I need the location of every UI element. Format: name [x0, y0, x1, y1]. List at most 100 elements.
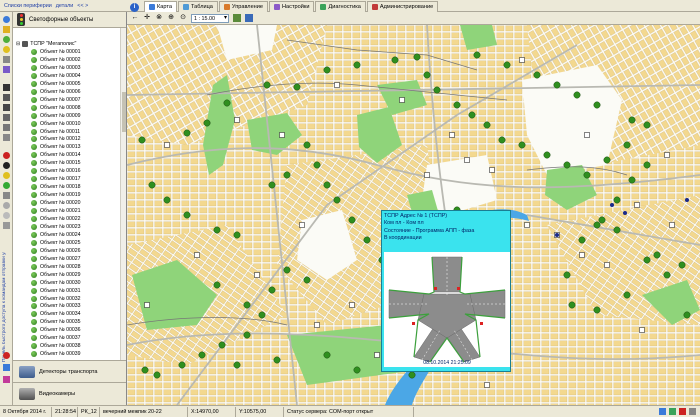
detector-marker[interactable] [579, 252, 585, 258]
gear-icon[interactable] [3, 212, 10, 219]
tree-object-item[interactable]: Объект № 00039 [13, 350, 121, 358]
traffic-light-marker[interactable] [593, 221, 601, 229]
signal-arrow-icon[interactable] [3, 114, 10, 121]
camera-marker[interactable] [685, 198, 689, 202]
red-dot-icon[interactable] [3, 152, 10, 159]
traffic-light-marker[interactable] [323, 181, 331, 189]
tab-map[interactable]: Карта [144, 0, 177, 12]
tree-object-item[interactable]: Объект № 00008 [13, 104, 121, 112]
list-icon[interactable] [3, 56, 10, 63]
traffic-light-marker[interactable] [268, 181, 276, 189]
tree-object-item[interactable]: Объект № 00020 [13, 199, 121, 207]
traffic-light-marker[interactable] [613, 196, 621, 204]
detector-marker[interactable] [489, 167, 495, 173]
tree-object-item[interactable]: Объект № 00027 [13, 255, 121, 263]
tree-object-item[interactable]: Объект № 00004 [13, 72, 121, 80]
traffic-light-marker[interactable] [273, 356, 281, 364]
video-cameras-button[interactable]: Видеокамеры [13, 382, 126, 405]
alert-icon[interactable] [679, 408, 686, 415]
traffic-light-marker[interactable] [518, 141, 526, 149]
traffic-light-marker[interactable] [293, 83, 301, 91]
tree-object-item[interactable]: Объект № 00035 [13, 318, 121, 326]
detector-marker[interactable] [669, 222, 675, 228]
printer-icon[interactable] [3, 192, 10, 199]
crosshair-icon[interactable]: ✛ [143, 14, 151, 22]
blue-square-icon[interactable] [3, 364, 10, 371]
traffic-light-marker[interactable] [258, 311, 266, 319]
detector-marker[interactable] [604, 262, 610, 268]
tree-object-item[interactable]: Объект № 00021 [13, 207, 121, 215]
traffic-light-marker[interactable] [653, 251, 661, 259]
traffic-light-marker[interactable] [268, 286, 276, 294]
traffic-light-marker[interactable] [628, 176, 636, 184]
detector-marker[interactable] [314, 322, 320, 328]
traffic-light-marker[interactable] [553, 81, 561, 89]
traffic-light-marker[interactable] [313, 161, 321, 169]
zoom-in-icon[interactable]: ⊕ [167, 14, 175, 22]
yellow-light-icon[interactable] [3, 46, 10, 53]
tree-object-item[interactable]: Объект № 00018 [13, 183, 121, 191]
expand-arrows-icon[interactable]: << > [77, 3, 88, 9]
traffic-light-marker[interactable] [598, 216, 606, 224]
traffic-light-marker[interactable] [153, 371, 161, 379]
peripheral-lists-link[interactable]: Списки периферии [4, 3, 52, 9]
detector-marker[interactable] [144, 302, 150, 308]
traffic-light-marker[interactable] [433, 86, 441, 94]
detector-marker[interactable] [664, 152, 670, 158]
tree-object-item[interactable]: Объект № 00015 [13, 159, 121, 167]
green-dot-icon[interactable] [3, 182, 10, 189]
tree-object-item[interactable]: Объект № 00037 [13, 334, 121, 342]
zoom-select[interactable]: 1 : 15.00 [191, 13, 229, 23]
traffic-light-marker[interactable] [141, 366, 149, 374]
traffic-light-marker[interactable] [323, 66, 331, 74]
traffic-light-marker[interactable] [243, 301, 251, 309]
tree-object-item[interactable]: Объект № 00033 [13, 303, 121, 311]
traffic-light-marker[interactable] [643, 161, 651, 169]
detector-marker[interactable] [399, 97, 405, 103]
traffic-light-marker[interactable] [408, 371, 416, 379]
settings-tray-icon[interactable] [689, 408, 696, 415]
traffic-light-marker[interactable] [348, 216, 356, 224]
flash-icon[interactable] [3, 134, 10, 141]
tree-object-item[interactable]: Объект № 00036 [13, 326, 121, 334]
green-light-icon[interactable] [3, 36, 10, 43]
tab-administration[interactable]: Администрирование [366, 0, 439, 12]
traffic-light-marker[interactable] [583, 171, 591, 179]
traffic-light-marker[interactable] [138, 136, 146, 144]
traffic-light-marker[interactable] [203, 119, 211, 127]
traffic-light-marker[interactable] [678, 261, 686, 269]
details-link[interactable]: детали [56, 3, 74, 9]
traffic-light-marker[interactable] [543, 151, 551, 159]
traffic-light-marker[interactable] [233, 231, 241, 239]
traffic-light-marker[interactable] [578, 236, 586, 244]
tree-object-item[interactable]: Объект № 00017 [13, 175, 121, 183]
tree-object-item[interactable]: Объект № 00005 [13, 80, 121, 88]
detector-marker[interactable] [464, 157, 470, 163]
traffic-light-marker[interactable] [623, 141, 631, 149]
detector-marker[interactable] [349, 302, 355, 308]
detector-marker[interactable] [254, 272, 260, 278]
signal-group-icon[interactable] [3, 104, 10, 111]
globe-icon[interactable] [3, 16, 10, 23]
detector-marker[interactable] [334, 82, 340, 88]
tree-object-item[interactable]: Объект № 00019 [13, 191, 121, 199]
collapse-icon[interactable]: ⊟ [16, 41, 20, 47]
traffic-light-marker[interactable] [628, 116, 636, 124]
traffic-light-marker[interactable] [263, 81, 271, 89]
traffic-light-marker[interactable] [323, 351, 331, 359]
traffic-light-marker[interactable] [213, 226, 221, 234]
detector-marker[interactable] [424, 172, 430, 178]
traffic-light-marker[interactable] [163, 196, 171, 204]
traffic-light-marker[interactable] [643, 256, 651, 264]
pan-icon[interactable]: ⊙ [179, 14, 187, 22]
transport-detectors-button[interactable]: Детекторы транспорта [13, 360, 126, 382]
traffic-light-marker[interactable] [178, 361, 186, 369]
stop-icon[interactable] [3, 352, 10, 359]
tree-object-item[interactable]: Объект № 00023 [13, 223, 121, 231]
tree-object-item[interactable]: Объект № 00001 [13, 48, 121, 56]
traffic-light-marker[interactable] [363, 236, 371, 244]
traffic-light-marker[interactable] [353, 366, 361, 374]
traffic-light-marker[interactable] [223, 99, 231, 107]
traffic-light-marker[interactable] [233, 361, 241, 369]
tree-object-item[interactable]: Объект № 00003 [13, 64, 121, 72]
